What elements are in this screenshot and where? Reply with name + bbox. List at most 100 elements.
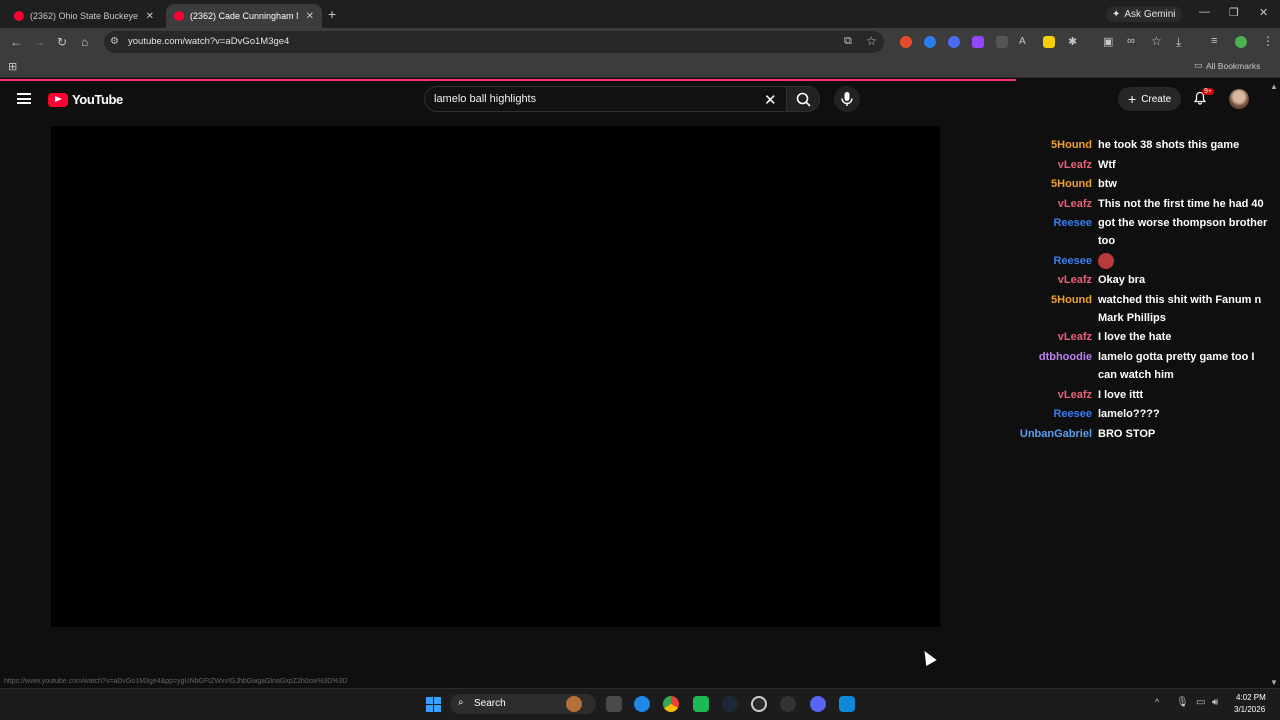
youtube-wordmark: YouTube	[72, 92, 123, 107]
widget-image-icon[interactable]	[566, 696, 582, 712]
scroll-up-arrow-icon[interactable]: ▲	[1270, 82, 1278, 91]
chat-author: vLeafz	[1057, 274, 1092, 286]
search-input-value: lamelo ball highlights	[434, 93, 537, 105]
link-icon[interactable]: ∞	[1127, 35, 1135, 47]
clock-time[interactable]: 4:02 PM	[1236, 693, 1266, 702]
chat-text: he took 38 shots this game	[1098, 140, 1240, 151]
mouse-cursor-icon	[919, 647, 937, 667]
url-text: youtube.com/watch?v=aDvGo1M3ge4	[128, 36, 290, 47]
chrome-icon[interactable]	[663, 696, 679, 712]
chat-author: vLeafz	[1057, 389, 1092, 401]
chat-text: This not the first time he had 40	[1098, 198, 1264, 210]
tab-title: (2362) Ohio State Buckeyes Pla	[30, 11, 138, 21]
ask-gemini-button[interactable]: ✦ Ask Gemini	[1106, 6, 1182, 22]
chat-author: vLeafz	[1057, 331, 1092, 343]
taskbar-search-icon: ⌕	[458, 697, 464, 708]
chat-text: I love the hate	[1098, 331, 1172, 343]
back-icon[interactable]: ←	[10, 35, 22, 49]
all-bookmarks-link[interactable]: All Bookmarks	[1206, 61, 1260, 71]
extension-yellow-icon[interactable]	[1043, 36, 1055, 48]
bookmarks-bar	[0, 56, 1280, 78]
hamburger-menu-icon[interactable]	[17, 93, 31, 104]
file-explorer-icon[interactable]	[606, 696, 622, 712]
favorites-icon[interactable]: ☆	[1151, 34, 1162, 48]
translate-icon[interactable]: A	[1019, 36, 1026, 47]
taskbar-search-label: Search	[474, 698, 506, 709]
sparkle-icon: ✦	[1112, 8, 1121, 20]
ccleaner-icon[interactable]	[751, 696, 767, 712]
remote-desktop-icon[interactable]	[839, 696, 855, 712]
youtube-favicon-icon	[14, 11, 24, 21]
browser-tab-cade-cunningham[interactable]: (2362) Cade Cunningham Make ✕	[166, 4, 322, 28]
reload-icon[interactable]: ↻	[57, 35, 67, 49]
site-info-icon[interactable]: ⚙	[110, 36, 119, 47]
voice-search-button[interactable]	[834, 86, 860, 112]
reading-mode-icon[interactable]: ▣	[1103, 35, 1113, 48]
edge-browser-icon[interactable]	[634, 696, 650, 712]
close-tab-icon[interactable]: ✕	[306, 11, 314, 22]
chat-text: got the worse thompson brother too	[1098, 217, 1268, 247]
angry-face-emote-icon	[1098, 253, 1114, 270]
chat-text: btw	[1098, 178, 1117, 190]
account-avatar[interactable]	[1229, 89, 1249, 109]
extension-ring-icon[interactable]	[948, 36, 960, 48]
chat-text: I love ittt	[1098, 389, 1144, 401]
clock-date[interactable]: 3/1/2026	[1234, 705, 1265, 714]
create-label: Create	[1141, 93, 1172, 105]
browser-tab-ohio-state[interactable]: (2362) Ohio State Buckeyes Pla ✕	[6, 4, 162, 28]
restore-icon[interactable]: ❐	[1229, 6, 1239, 19]
search-icon	[796, 92, 811, 107]
settings-gear-icon[interactable]	[780, 696, 796, 712]
clear-search-icon[interactable]: ✕	[764, 91, 777, 109]
tray-microphone-icon[interactable]: 🎙︎	[1176, 697, 1189, 708]
minimize-icon[interactable]: —	[1199, 6, 1210, 18]
network-icon[interactable]: ▭	[1196, 697, 1205, 708]
chat-text: watched this shit with Fanum n Mark Phil…	[1098, 294, 1262, 324]
extension-blue-icon[interactable]	[924, 36, 936, 48]
folder-icon: ▭	[1194, 60, 1203, 70]
close-window-icon[interactable]: ✕	[1259, 6, 1268, 19]
close-tab-icon[interactable]: ✕	[146, 11, 154, 22]
link-status-url: https://www.youtube.com/watch?v=aDvGo1M3…	[4, 678, 348, 685]
download-icon[interactable]: ⤓	[1176, 35, 1181, 50]
install-app-icon[interactable]: ⧉	[844, 35, 852, 48]
new-tab-icon[interactable]: +	[328, 6, 336, 22]
ask-gemini-label: Ask Gemini	[1124, 8, 1176, 20]
steam-icon[interactable]	[722, 696, 738, 712]
twitch-icon[interactable]	[972, 36, 984, 48]
tab-title: (2362) Cade Cunningham Make	[190, 11, 298, 21]
forward-icon[interactable]: →	[33, 35, 45, 49]
chat-author: Reesee	[1053, 217, 1092, 229]
profile-icon[interactable]	[1235, 36, 1247, 48]
volume-icon[interactable]: 🔊︎	[1212, 697, 1218, 708]
chat-author: 5Hound	[1051, 178, 1092, 190]
discord-icon[interactable]	[810, 696, 826, 712]
chat-author: 5Hound	[1051, 140, 1092, 151]
extension-fire-icon[interactable]	[900, 36, 912, 48]
extensions-puzzle-icon[interactable]: ✱	[1068, 35, 1077, 48]
chat-text	[1098, 252, 1276, 270]
tray-chevron-icon[interactable]: ^	[1155, 697, 1159, 707]
scroll-down-arrow-icon[interactable]: ▼	[1270, 678, 1278, 687]
youtube-play-icon	[48, 92, 68, 107]
more-menu-icon[interactable]: ⋮	[1262, 34, 1274, 48]
chat-text: lamelo gotta pretty game too I can watch…	[1098, 351, 1255, 381]
home-icon[interactable]: ⌂	[81, 35, 88, 49]
youtube-logo[interactable]: YouTube	[48, 92, 123, 107]
apps-grid-icon[interactable]: ⊞	[8, 60, 17, 73]
search-button[interactable]	[786, 86, 820, 112]
bookmark-star-icon[interactable]: ☆	[866, 34, 877, 48]
create-button[interactable]: + Create	[1118, 87, 1182, 111]
chat-text: Wtf	[1098, 159, 1116, 171]
plus-icon: +	[1128, 91, 1137, 107]
tab-search-icon[interactable]: ≡	[1211, 35, 1217, 47]
video-player[interactable]	[51, 126, 940, 627]
chat-text: BRO STOP	[1098, 428, 1156, 440]
green-app-icon[interactable]	[693, 696, 709, 712]
youtube-favicon-icon	[174, 11, 184, 21]
chat-author: vLeafz	[1057, 159, 1092, 171]
windows-start-icon[interactable]	[426, 697, 441, 712]
extension-gray-icon[interactable]	[996, 36, 1008, 48]
chat-author: vLeafz	[1057, 198, 1092, 210]
chat-author: Reesee	[1053, 255, 1092, 267]
